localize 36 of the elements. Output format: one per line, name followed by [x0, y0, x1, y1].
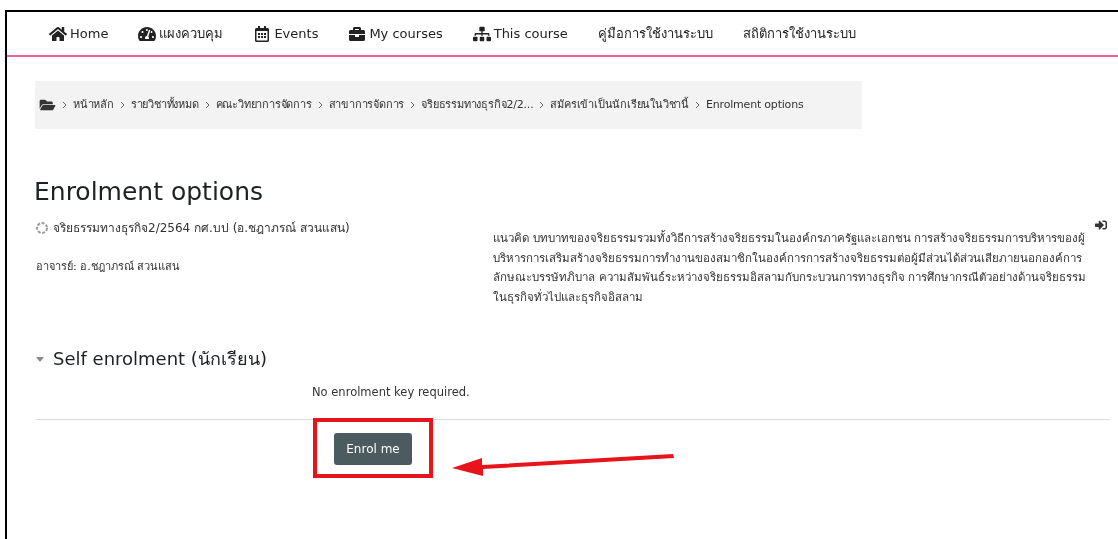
chevron-icon	[539, 101, 545, 109]
teacher-text: อาจารย์: อ.ชฎาภรณ์ สวนแสน	[36, 259, 181, 275]
chevron-icon	[317, 101, 323, 109]
section-heading: Self enrolment (นักเรียน)	[53, 347, 267, 371]
breadcrumb-link[interactable]: Enrolment options	[706, 96, 804, 114]
enrolment-note: No enrolment key required.	[312, 384, 470, 401]
course-link[interactable]: จริยธรรมทางธุรกิจ2/2564 กศ.บป (อ.ชฎาภรณ์ สวนแสน)	[53, 219, 350, 237]
gauge-icon	[138, 25, 157, 42]
sign-in-icon[interactable]	[1095, 219, 1107, 231]
page-heading: Enrolment options	[34, 177, 264, 207]
nav-link[interactable]: แผงควบคุม	[138, 23, 224, 44]
chevron-icon	[62, 101, 67, 109]
breadcrumb-link[interactable]: สาขาการจัดการ	[328, 96, 405, 114]
home-icon	[49, 25, 67, 42]
chevron-icon	[410, 101, 416, 109]
course-icon	[36, 222, 48, 234]
course-summary: แนวคิด บทบาทของจริยธรรมรวมทั้งวิธีการสร้างจริยธรรมในองค์กรภาครัฐและเอกชน การสร้างจริยธรรมการบริหารของผู้บริหารการเสริมสร้างจริยธรรมการทำงานของสมาชิกในองค์การการสร้างจริยธรรมต่อผู้มีส่วนได้ส่วนเสียภายนอกองค์การลักษณะบรรษัทภิบาล ความสัมพันธ์ระหว่างจริยธรรมอิสลามกับกระบวนการทางธุรกิจ การศึกษากรณีตัวอย่างด้านจริยธรรมในธุรกิจทั่วไปและธุรกิจอิสลาม	[493, 229, 1088, 306]
breadcrumb-link[interactable]: สมัครเข้าเป็นนักเรียนในวิชานี้	[550, 96, 690, 114]
sitemap-icon	[472, 25, 491, 42]
chevron-icon	[119, 101, 125, 109]
calendar-icon	[253, 25, 272, 42]
breadcrumb-link[interactable]: จริยธรรมทางธุรกิจ2/2...	[421, 96, 534, 114]
chevron-icon	[695, 101, 701, 109]
nav-link[interactable]: Events	[253, 23, 319, 44]
folder-icon	[39, 98, 56, 112]
nav-link[interactable]: คู่มือการใช้งานระบบ	[597, 23, 713, 44]
nav-link[interactable]: Home	[49, 23, 109, 44]
enrol-button[interactable]: Enrol me	[334, 432, 412, 465]
nav-link[interactable]: My courses	[348, 23, 443, 44]
nav-link[interactable]: สถิติการใช้งานระบบ	[742, 23, 856, 44]
briefcase-icon	[348, 25, 367, 42]
chevron-icon	[204, 101, 210, 109]
breadcrumb-link[interactable]: หน้าหลัก	[73, 96, 114, 114]
breadcrumb-link[interactable]: รายวิชาทั้งหมด	[130, 96, 199, 114]
nav-link[interactable]: This course	[472, 23, 568, 44]
breadcrumb-link[interactable]: คณะวิทยาการจัดการ	[215, 96, 312, 114]
